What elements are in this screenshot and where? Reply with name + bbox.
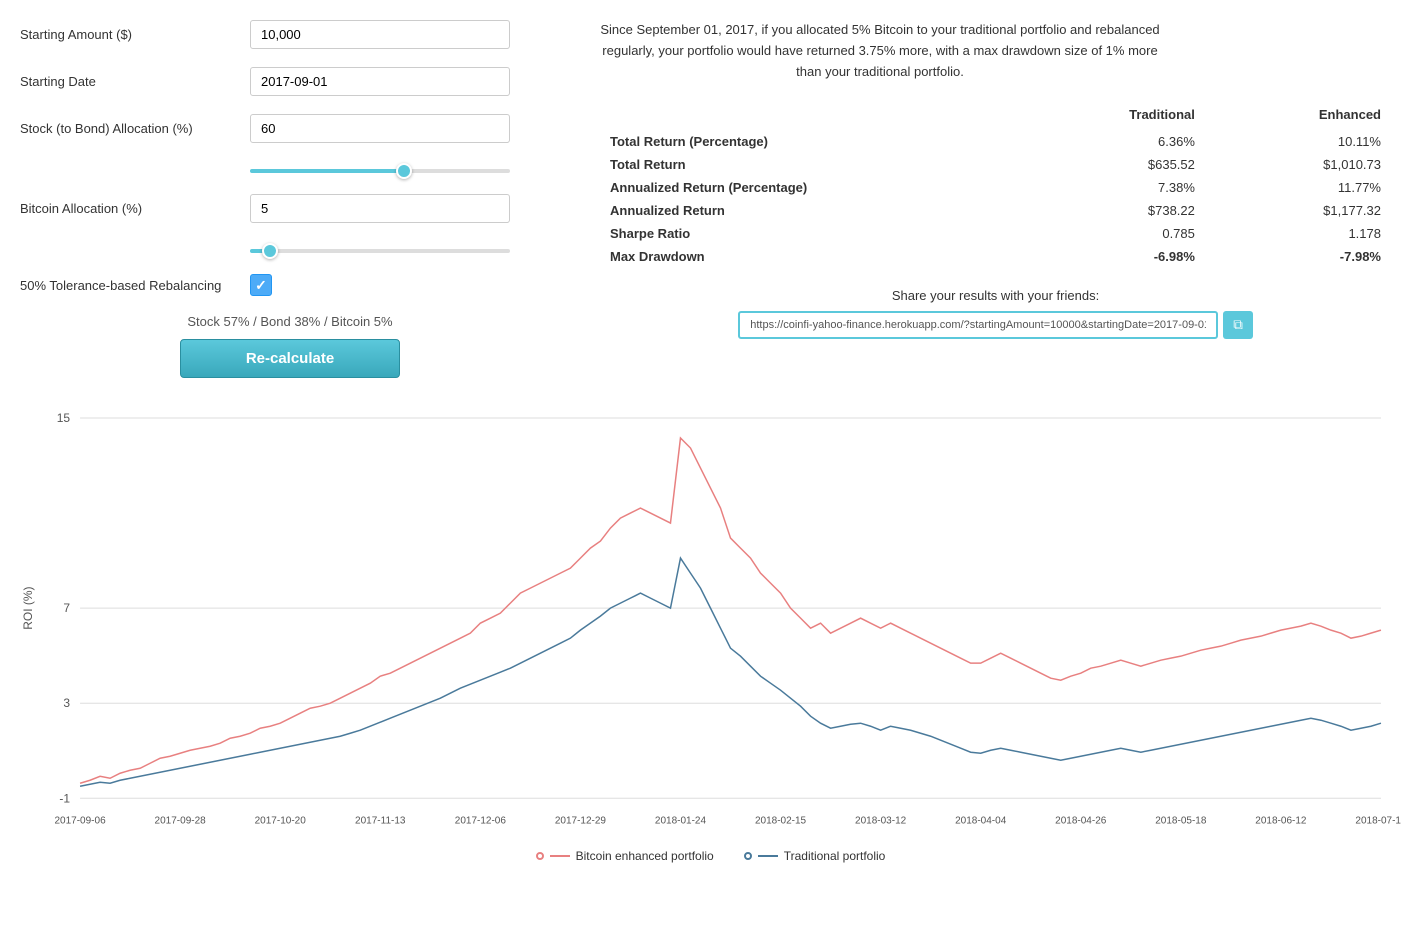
stock-bond-input[interactable]: [250, 114, 510, 143]
row-traditional: $635.52: [1022, 153, 1215, 176]
svg-text:2018-06-12: 2018-06-12: [1255, 815, 1307, 826]
svg-text:15: 15: [57, 411, 71, 425]
col-header-traditional: Traditional: [1022, 102, 1215, 130]
stock-bond-slider[interactable]: [250, 169, 510, 173]
copy-icon: ⧉: [1233, 317, 1243, 332]
svg-text:2017-10-20: 2017-10-20: [255, 815, 307, 826]
recalculate-button[interactable]: Re-calculate: [180, 339, 400, 378]
svg-text:-1: -1: [59, 791, 70, 805]
col-header-enhanced: Enhanced: [1215, 102, 1401, 130]
rebalancing-label: 50% Tolerance-based Rebalancing: [20, 278, 250, 293]
row-traditional: -6.98%: [1022, 245, 1215, 268]
svg-text:ROI (%): ROI (%): [21, 586, 35, 629]
svg-text:2017-12-29: 2017-12-29: [555, 815, 607, 826]
allocation-text: Stock 57% / Bond 38% / Bitcoin 5%: [20, 314, 560, 329]
legend-btc-dot: [536, 852, 544, 860]
svg-text:2017-11-13: 2017-11-13: [355, 815, 406, 826]
legend-btc-label: Bitcoin enhanced portfolio: [576, 849, 714, 863]
results-table: Traditional Enhanced Total Return (Perce…: [590, 102, 1401, 268]
chart-legend: Bitcoin enhanced portfolio Traditional p…: [20, 849, 1401, 863]
starting-amount-input[interactable]: [250, 20, 510, 49]
share-label: Share your results with your friends:: [590, 288, 1401, 303]
table-row: Total Return (Percentage) 6.36% 10.11%: [590, 130, 1401, 153]
row-traditional: 6.36%: [1022, 130, 1215, 153]
legend-trad-line: [758, 855, 778, 857]
legend-btc: Bitcoin enhanced portfolio: [536, 849, 714, 863]
chart-container: 15 7 3 -1 ROI (%) 2017-09-06 2017-09-28 …: [20, 408, 1401, 863]
main-chart: 15 7 3 -1 ROI (%) 2017-09-06 2017-09-28 …: [20, 408, 1401, 838]
table-row: Max Drawdown -6.98% -7.98%: [590, 245, 1401, 268]
row-traditional: 7.38%: [1022, 176, 1215, 199]
legend-trad-dot: [744, 852, 752, 860]
svg-text:2017-12-06: 2017-12-06: [455, 815, 507, 826]
row-enhanced: 10.11%: [1215, 130, 1401, 153]
svg-text:2017-09-28: 2017-09-28: [155, 815, 207, 826]
table-row: Total Return $635.52 $1,010.73: [590, 153, 1401, 176]
svg-text:2018-03-12: 2018-03-12: [855, 815, 907, 826]
starting-date-label: Starting Date: [20, 74, 250, 89]
svg-text:2018-04-26: 2018-04-26: [1055, 815, 1107, 826]
bitcoin-alloc-label: Bitcoin Allocation (%): [20, 201, 250, 216]
row-label: Annualized Return: [590, 199, 1022, 222]
svg-text:2017-09-06: 2017-09-06: [54, 815, 106, 826]
svg-text:2018-05-18: 2018-05-18: [1155, 815, 1207, 826]
rebalancing-checkbox[interactable]: [250, 274, 272, 296]
row-traditional: 0.785: [1022, 222, 1215, 245]
row-label: Total Return: [590, 153, 1022, 176]
legend-btc-line: [550, 855, 570, 857]
row-enhanced: 11.77%: [1215, 176, 1401, 199]
row-label: Sharpe Ratio: [590, 222, 1022, 245]
legend-trad-label: Traditional portfolio: [784, 849, 886, 863]
starting-date-input[interactable]: [250, 67, 510, 96]
table-row: Annualized Return $738.22 $1,177.32: [590, 199, 1401, 222]
bitcoin-alloc-slider[interactable]: [250, 249, 510, 253]
table-row: Sharpe Ratio 0.785 1.178: [590, 222, 1401, 245]
svg-text:3: 3: [63, 696, 70, 710]
row-enhanced: -7.98%: [1215, 245, 1401, 268]
row-label: Annualized Return (Percentage): [590, 176, 1022, 199]
svg-text:2018-01-24: 2018-01-24: [655, 815, 707, 826]
share-url-input[interactable]: [738, 311, 1218, 339]
row-enhanced: 1.178: [1215, 222, 1401, 245]
svg-text:2018-07-13: 2018-07-13: [1355, 815, 1401, 826]
summary-text: Since September 01, 2017, if you allocat…: [590, 20, 1170, 82]
row-enhanced: $1,177.32: [1215, 199, 1401, 222]
copy-button[interactable]: ⧉: [1223, 311, 1253, 339]
row-label: Max Drawdown: [590, 245, 1022, 268]
svg-text:2018-04-04: 2018-04-04: [955, 815, 1007, 826]
col-header-empty: [590, 102, 1022, 130]
row-label: Total Return (Percentage): [590, 130, 1022, 153]
svg-text:2018-02-15: 2018-02-15: [755, 815, 807, 826]
table-row: Annualized Return (Percentage) 7.38% 11.…: [590, 176, 1401, 199]
stock-bond-label: Stock (to Bond) Allocation (%): [20, 121, 250, 136]
row-enhanced: $1,010.73: [1215, 153, 1401, 176]
legend-trad: Traditional portfolio: [744, 849, 886, 863]
starting-amount-label: Starting Amount ($): [20, 27, 250, 42]
bitcoin-alloc-input[interactable]: [250, 194, 510, 223]
svg-text:7: 7: [63, 601, 70, 615]
row-traditional: $738.22: [1022, 199, 1215, 222]
